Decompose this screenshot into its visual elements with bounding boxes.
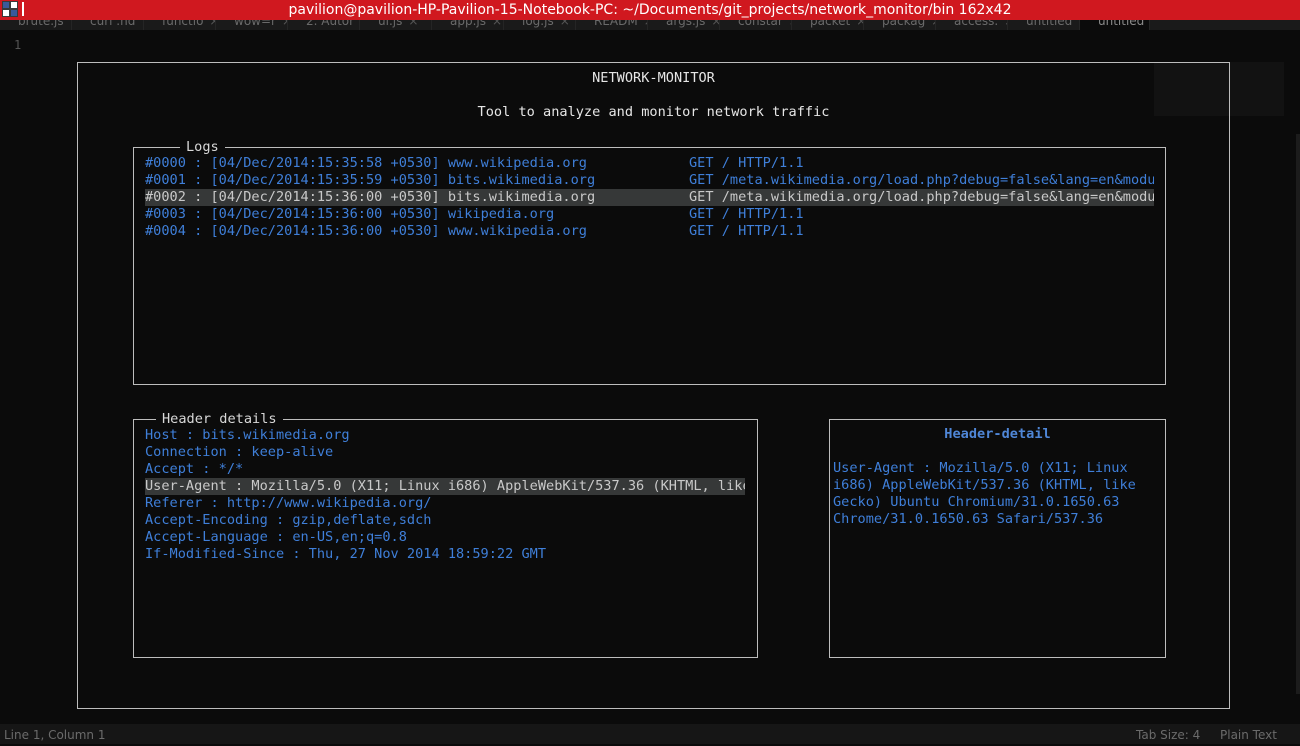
cursor-marker [22, 2, 24, 16]
log-id: #0004 [145, 223, 186, 239]
log-request: GET /meta.wikimedia.org/load.php?debug=f… [689, 189, 1154, 205]
header-detail-text: User-Agent : Mozilla/5.0 (X11; Linux i68… [833, 460, 1136, 527]
header-row[interactable]: Accept-Encoding : gzip,deflate,sdch [145, 512, 745, 529]
log-list[interactable]: #0000 : [04/Dec/2014:15:35:58 +0530] www… [145, 155, 1154, 240]
log-row[interactable]: #0001 : [04/Dec/2014:15:35:59 +0530] bit… [145, 172, 1154, 189]
terminal-app-icon[interactable] [2, 1, 18, 17]
tab-size-selector[interactable]: Tab Size: 4 [1136, 724, 1200, 746]
header-row[interactable]: Host : bits.wikimedia.org [145, 427, 745, 444]
log-request: GET / HTTP/1.1 [689, 206, 804, 222]
log-id: #0000 [145, 155, 186, 171]
log-id: #0002 [145, 189, 186, 205]
log-id: #0001 [145, 172, 186, 188]
log-timestamp: [04/Dec/2014:15:35:59 +0530] [210, 172, 440, 188]
log-host: www.wikipedia.org [447, 155, 587, 171]
log-row[interactable]: #0002 : [04/Dec/2014:15:36:00 +0530] bit… [145, 189, 1154, 206]
log-host: bits.wikimedia.org [447, 172, 596, 188]
header-row[interactable]: Accept-Language : en-US,en;q=0.8 [145, 529, 745, 546]
log-host: wikipedia.org [447, 206, 555, 222]
header-detail-panel: Header-detail User-Agent : Mozilla/5.0 (… [829, 419, 1166, 658]
window-title: pavilion@pavilion-HP-Pavilion-15-Noteboo… [288, 2, 1012, 18]
header-row[interactable]: User-Agent : Mozilla/5.0 (X11; Linux i68… [145, 478, 745, 495]
app-title: NETWORK-MONITOR [592, 70, 715, 86]
log-timestamp: [04/Dec/2014:15:35:58 +0530] [210, 155, 440, 171]
header-details-panel[interactable]: Header details Host : bits.wikimedia.org… [133, 410, 758, 658]
log-timestamp: [04/Dec/2014:15:36:00 +0530] [210, 189, 440, 205]
log-request: GET /meta.wikimedia.org/load.php?debug=f… [689, 172, 1154, 188]
header-row[interactable]: Accept : */* [145, 461, 745, 478]
scrollbar[interactable] [1296, 134, 1300, 694]
cursor-position: Line 1, Column 1 [4, 728, 106, 742]
header-detail-title: Header-detail [944, 426, 1051, 442]
header-details-label: Header details [156, 410, 283, 428]
log-request: GET / HTTP/1.1 [689, 155, 804, 171]
log-request: GET / HTTP/1.1 [689, 223, 804, 239]
log-id: #0003 [145, 206, 186, 222]
logs-panel[interactable]: Logs #0000 : [04/Dec/2014:15:35:58 +0530… [133, 138, 1166, 385]
log-row[interactable]: #0000 : [04/Dec/2014:15:35:58 +0530] www… [145, 155, 1154, 172]
header-row[interactable]: If-Modified-Since : Thu, 27 Nov 2014 18:… [145, 546, 745, 563]
logs-panel-label: Logs [180, 138, 225, 156]
log-row[interactable]: #0003 : [04/Dec/2014:15:36:00 +0530] wik… [145, 206, 1154, 223]
log-timestamp: [04/Dec/2014:15:36:00 +0530] [210, 223, 440, 239]
syntax-selector[interactable]: Plain Text [1220, 724, 1277, 746]
header-row[interactable]: Connection : keep-alive [145, 444, 745, 461]
app-subtitle: Tool to analyze and monitor network traf… [477, 104, 830, 120]
header-row[interactable]: Referer : http://www.wikipedia.org/ [145, 495, 745, 512]
log-host: www.wikipedia.org [447, 223, 587, 239]
status-bar: Line 1, Column 1 Tab Size: 4 Plain Text [0, 724, 1300, 744]
line-number: 1 [14, 38, 22, 52]
log-host: bits.wikimedia.org [447, 189, 596, 205]
window-title-bar: pavilion@pavilion-HP-Pavilion-15-Noteboo… [0, 0, 1300, 20]
header-list[interactable]: Host : bits.wikimedia.org Connection : ke… [145, 427, 745, 563]
log-timestamp: [04/Dec/2014:15:36:00 +0530] [210, 206, 440, 222]
log-row[interactable]: #0004 : [04/Dec/2014:15:36:00 +0530] www… [145, 223, 1154, 240]
